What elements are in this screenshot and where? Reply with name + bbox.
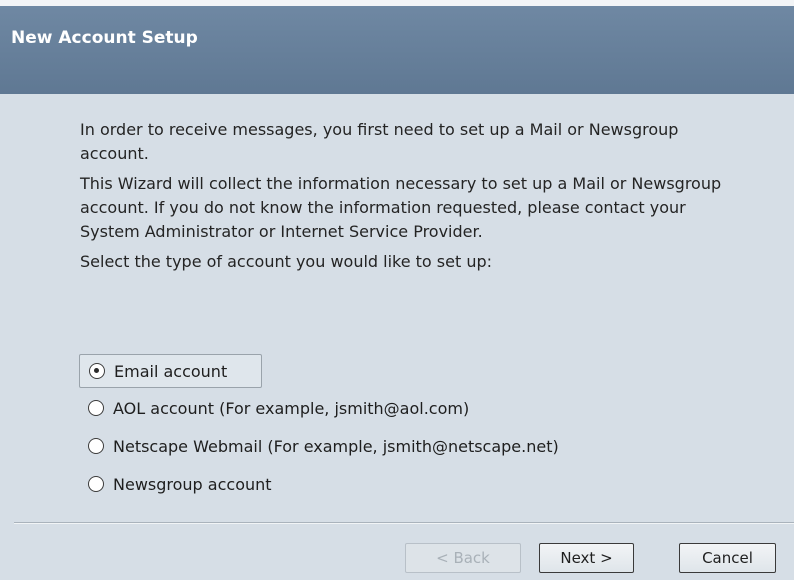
back-button[interactable]: < Back <box>405 543 521 573</box>
radio-label-aol-account: AOL account (For example, jsmith@aol.com… <box>113 398 470 418</box>
intro-paragraph-1: In order to receive messages, you first … <box>80 120 679 163</box>
footer-divider <box>14 522 794 524</box>
intro-paragraph-2: This Wizard will collect the information… <box>80 174 722 241</box>
radio-button-unchecked-icon[interactable] <box>88 400 104 416</box>
radio-newsgroup-account[interactable]: Newsgroup account <box>79 466 679 502</box>
radio-label-email-account: Email account <box>114 361 228 381</box>
account-type-radio-group: Email account AOL account (For example, … <box>79 354 679 502</box>
radio-netscape-webmail[interactable]: Netscape Webmail (For example, jsmith@ne… <box>79 428 679 464</box>
next-button[interactable]: Next > <box>539 543 634 573</box>
cancel-button[interactable]: Cancel <box>679 543 776 573</box>
radio-label-newsgroup-account: Newsgroup account <box>113 474 272 494</box>
radio-aol-account[interactable]: AOL account (For example, jsmith@aol.com… <box>79 390 679 426</box>
radio-button-checked-icon[interactable] <box>89 363 105 379</box>
radio-email-account[interactable]: Email account <box>79 354 262 388</box>
radio-button-unchecked-icon[interactable] <box>88 476 104 492</box>
wizard-header: New Account Setup <box>0 6 794 94</box>
new-account-setup-window: New Account Setup In order to receive me… <box>0 0 794 580</box>
wizard-title: New Account Setup <box>11 28 198 48</box>
account-type-prompt: Select the type of account you would lik… <box>80 252 493 271</box>
radio-label-netscape-webmail: Netscape Webmail (For example, jsmith@ne… <box>113 436 559 456</box>
radio-button-unchecked-icon[interactable] <box>88 438 104 454</box>
wizard-content: In order to receive messages, you first … <box>80 118 740 280</box>
